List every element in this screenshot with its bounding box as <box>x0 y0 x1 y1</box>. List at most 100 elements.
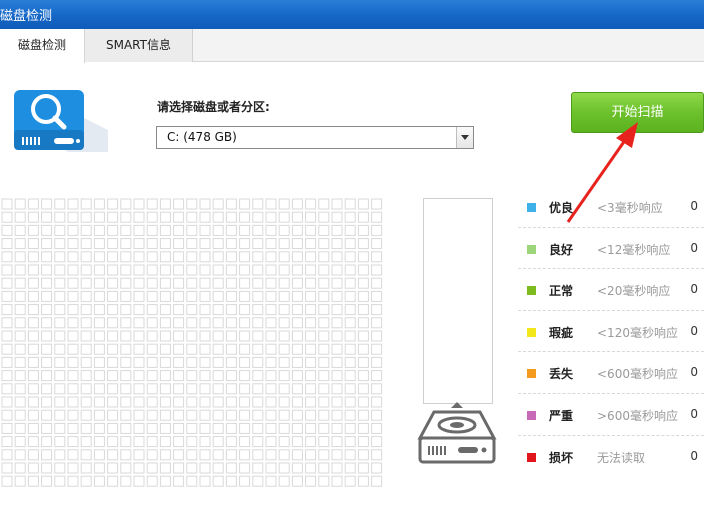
sector-cell <box>252 211 264 223</box>
sector-cell <box>265 238 277 250</box>
sector-cell <box>186 343 198 355</box>
sector-cell <box>67 317 79 329</box>
sector-cell <box>278 264 290 276</box>
sector-cell <box>14 370 26 382</box>
legend-count: 0 <box>690 240 698 255</box>
sector-cell <box>54 475 66 487</box>
sector-cell <box>67 211 79 223</box>
sector-cell <box>120 396 132 408</box>
chevron-down-icon[interactable] <box>456 127 473 148</box>
sector-cell <box>67 224 79 236</box>
sector-cell <box>41 251 53 263</box>
tab-smart-info[interactable]: SMART信息 <box>85 29 193 62</box>
sector-cell <box>357 198 369 210</box>
sector-cell <box>120 422 132 434</box>
sector-cell <box>14 436 26 448</box>
sector-cell <box>199 422 211 434</box>
sector-cell <box>291 409 303 421</box>
sector-cell <box>14 304 26 316</box>
sector-cell <box>344 449 356 461</box>
sector-cell <box>318 449 330 461</box>
sector-cell <box>252 462 264 474</box>
sector-cell <box>120 370 132 382</box>
sector-cell <box>331 422 343 434</box>
sector-cell <box>212 211 224 223</box>
sector-cell <box>14 383 26 395</box>
legend-row-good: 良好 <12毫秒响应 0 <box>518 228 704 270</box>
sector-cell <box>252 224 264 236</box>
sector-cell <box>212 409 224 421</box>
disk-partition-select[interactable]: C: (478 GB) <box>156 126 474 149</box>
sector-cell <box>344 422 356 434</box>
sector-cell <box>80 462 92 474</box>
legend-range: <20毫秒响应 <box>597 284 671 299</box>
sector-cell <box>27 475 39 487</box>
sector-cell <box>278 277 290 289</box>
tab-disk-check[interactable]: 磁盘检测 <box>0 29 85 63</box>
sector-cell <box>357 422 369 434</box>
sector-cell <box>133 304 145 316</box>
start-scan-button[interactable]: 开始扫描 <box>571 92 704 133</box>
legend-range: <12毫秒响应 <box>597 242 671 257</box>
sector-cell <box>1 264 13 276</box>
sector-cell <box>344 211 356 223</box>
sector-cell <box>225 370 237 382</box>
sector-cell <box>212 224 224 236</box>
sector-cell <box>252 449 264 461</box>
legend-row-excellent: 优良 <3毫秒响应 0 <box>518 186 704 228</box>
sector-cell <box>120 475 132 487</box>
sector-cell <box>133 370 145 382</box>
sector-cell <box>1 330 13 342</box>
sector-cell <box>133 475 145 487</box>
sector-cell <box>1 198 13 210</box>
sector-cell <box>146 383 158 395</box>
sector-cell <box>239 304 251 316</box>
sector-cell <box>120 198 132 210</box>
sector-cell <box>212 462 224 474</box>
sector-cell <box>278 317 290 329</box>
sector-cell <box>199 264 211 276</box>
sector-cell <box>291 277 303 289</box>
sector-cell <box>212 317 224 329</box>
legend-name: 损坏 <box>549 450 574 465</box>
sector-cell <box>14 251 26 263</box>
sector-cell <box>93 317 105 329</box>
sector-cell <box>371 422 383 434</box>
sector-cell <box>80 475 92 487</box>
sector-cell <box>186 409 198 421</box>
sector-cell <box>357 251 369 263</box>
sector-cell <box>173 356 185 368</box>
sector-cell <box>41 462 53 474</box>
sector-cell <box>14 422 26 434</box>
sector-cell <box>252 290 264 302</box>
sector-cell <box>225 304 237 316</box>
sector-cell <box>305 396 317 408</box>
sector-cell <box>27 409 39 421</box>
sector-cell <box>265 449 277 461</box>
sector-cell <box>41 475 53 487</box>
legend-swatch <box>527 244 536 254</box>
sector-cell <box>173 475 185 487</box>
sector-cell <box>344 396 356 408</box>
sector-cell <box>173 304 185 316</box>
sector-cell <box>357 343 369 355</box>
sector-cell <box>318 383 330 395</box>
sector-cell <box>252 475 264 487</box>
sector-cell <box>186 370 198 382</box>
sector-cell <box>225 290 237 302</box>
sector-cell <box>278 409 290 421</box>
sector-cell <box>291 251 303 263</box>
sector-cell <box>54 238 66 250</box>
sector-cell <box>199 198 211 210</box>
sector-cell <box>318 343 330 355</box>
sector-cell <box>331 356 343 368</box>
sector-cell <box>239 238 251 250</box>
legend-swatch <box>527 327 536 337</box>
sector-cell <box>54 251 66 263</box>
sector-cell <box>186 396 198 408</box>
sector-cell <box>159 449 171 461</box>
sector-cell <box>252 409 264 421</box>
sector-cell <box>186 462 198 474</box>
sector-cell <box>1 251 13 263</box>
sector-cell <box>371 330 383 342</box>
